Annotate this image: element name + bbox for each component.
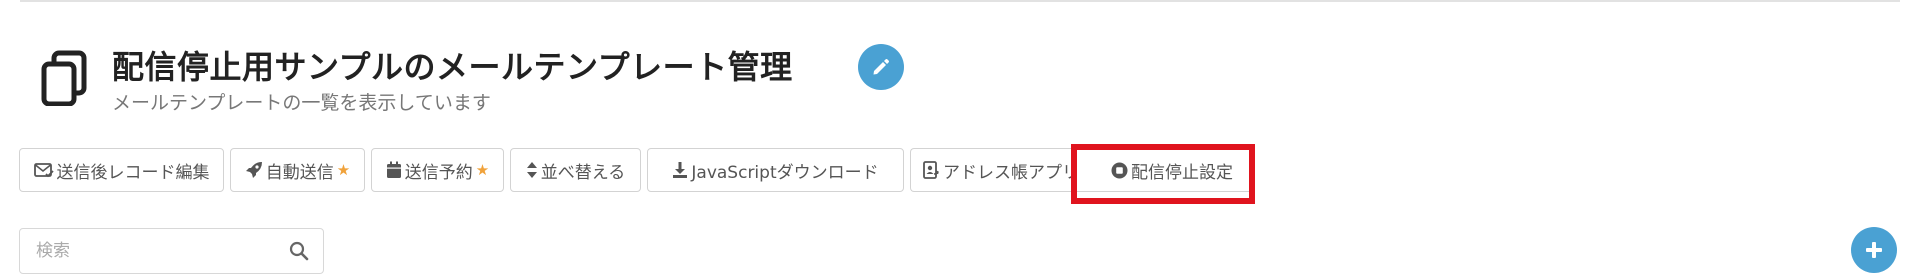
pencil-icon [873, 59, 889, 75]
search-input[interactable] [20, 229, 280, 273]
post-send-record-edit-button[interactable]: 送信後レコード編集 [19, 148, 224, 192]
sort-label: 並べ替える [540, 162, 626, 183]
star-icon: ★ [475, 161, 490, 179]
calendar-icon [386, 161, 401, 178]
sort-icon [526, 162, 537, 178]
scheduled-send-label: 送信予約 [404, 162, 473, 183]
javascript-download-button[interactable]: JavaScriptダウンロード [647, 148, 904, 192]
post-send-record-edit-label: 送信後レコード編集 [56, 162, 210, 183]
envelope-check-icon [33, 163, 54, 178]
rocket-icon [245, 162, 262, 178]
page-title: 配信停止用サンプルのメールテンプレート管理 [112, 48, 793, 86]
page-subtitle: メールテンプレートの一覧を表示しています [112, 92, 491, 114]
add-template-button[interactable] [1851, 227, 1897, 273]
copy-icon [41, 50, 87, 106]
sort-button[interactable]: 並べ替える [510, 148, 641, 192]
download-icon [673, 162, 688, 178]
edit-title-button[interactable] [858, 44, 904, 90]
scheduled-send-button[interactable]: 送信予約 ★ [371, 148, 504, 192]
top-divider [20, 0, 1900, 2]
javascript-download-label: JavaScriptダウンロード [691, 162, 879, 183]
star-icon: ★ [336, 161, 351, 179]
auto-send-button[interactable]: 自動送信 ★ [230, 148, 365, 192]
highlight-annotation [1071, 144, 1255, 204]
address-book-icon [923, 161, 939, 179]
search-icon[interactable] [289, 241, 309, 261]
address-book-app-label: アドレス帳アプリ [943, 162, 1079, 183]
plus-icon [1866, 242, 1882, 258]
auto-send-label: 自動送信 [265, 162, 334, 183]
address-book-app-button[interactable]: アドレス帳アプリ [910, 148, 1090, 192]
search-box [19, 228, 324, 274]
